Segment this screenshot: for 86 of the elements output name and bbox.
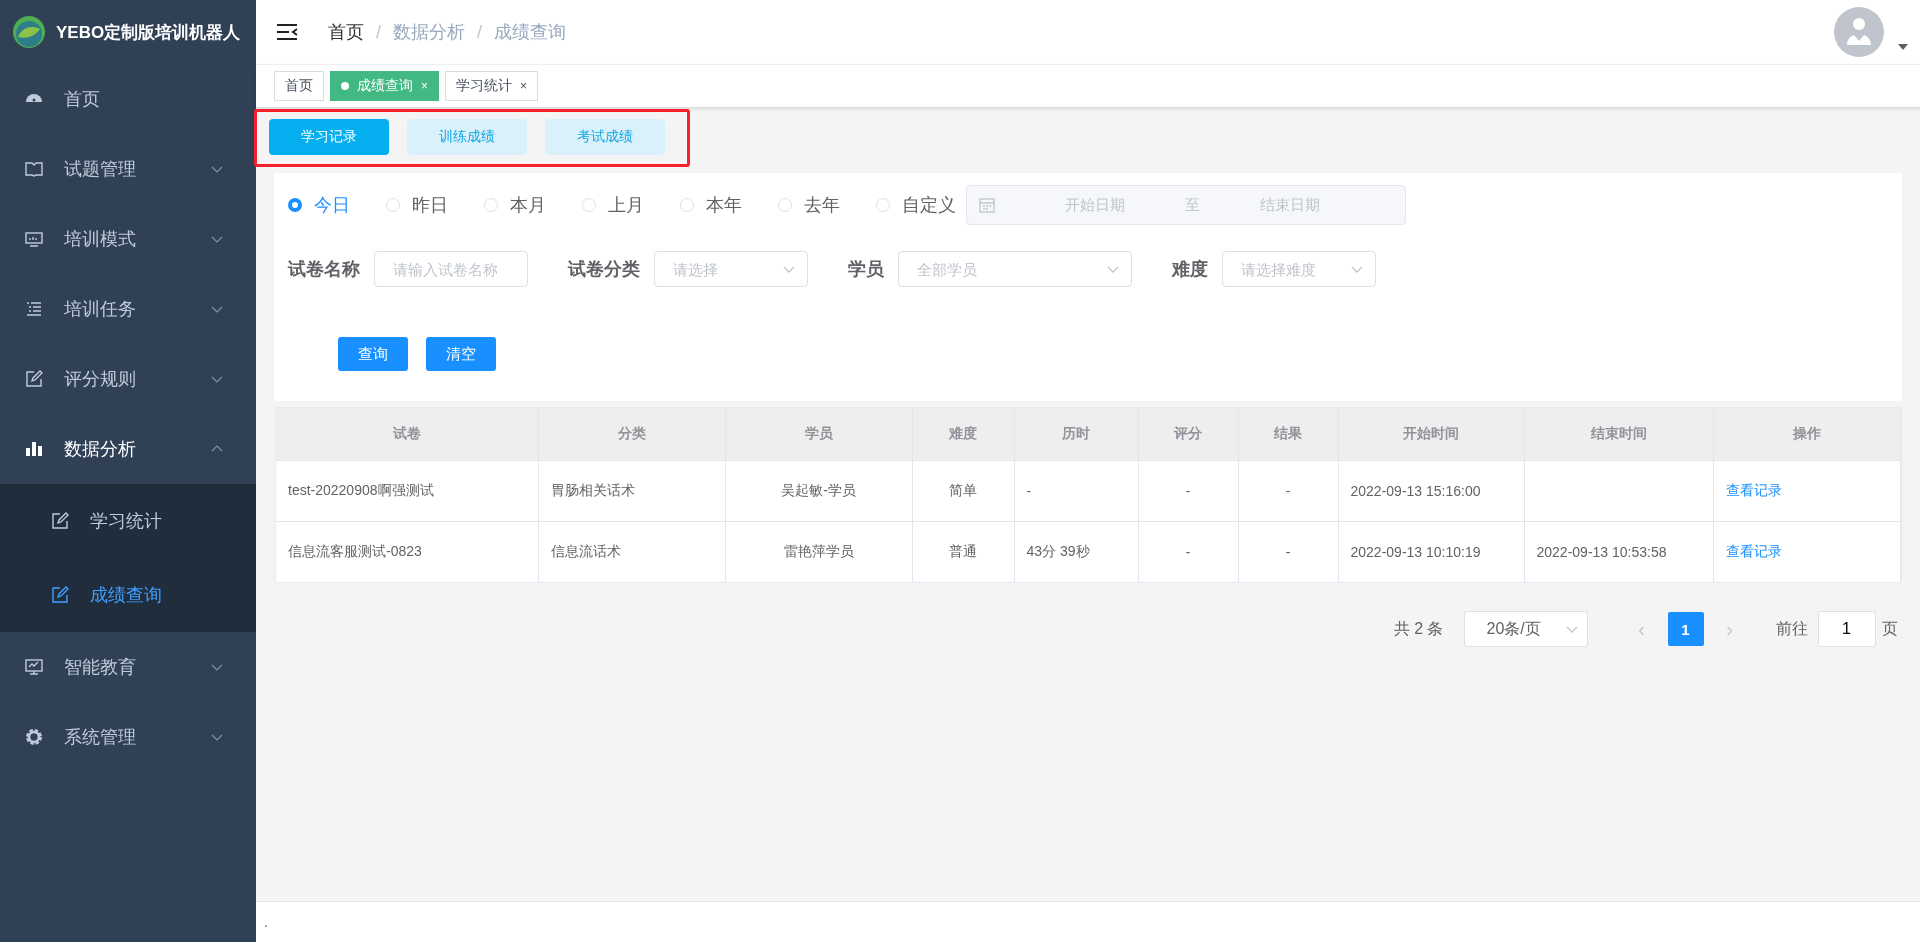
- table-cell: -: [1238, 460, 1338, 522]
- column-header: 难度: [912, 408, 1014, 461]
- breadcrumb-separator: /: [477, 21, 483, 43]
- column-header: 试卷: [276, 408, 538, 461]
- app-title: YEBO定制版培训机器人: [56, 21, 241, 44]
- column-header: 历时: [1014, 408, 1138, 461]
- page-tab[interactable]: 首页: [274, 71, 324, 101]
- footer-text: .: [264, 914, 268, 930]
- close-icon[interactable]: ×: [520, 79, 528, 93]
- filter-label: 试卷分类: [568, 258, 640, 281]
- breadcrumb-item[interactable]: 首页: [328, 20, 364, 44]
- view-record-link[interactable]: 查看记录: [1725, 482, 1782, 498]
- action-button[interactable]: 查询: [338, 337, 408, 371]
- period-radio[interactable]: 去年: [778, 193, 840, 217]
- table-cell: -: [1138, 460, 1238, 522]
- page-number-field[interactable]: 1: [1817, 611, 1876, 647]
- column-header: 结束时间: [1524, 408, 1713, 461]
- text-field[interactable]: 请输入试卷名称: [374, 251, 528, 287]
- menu-item[interactable]: 系统管理: [0, 702, 256, 772]
- menu-item[interactable]: 智能教育: [0, 632, 256, 702]
- bar-chart-icon: [24, 439, 44, 459]
- goto-label: 前往: [1775, 618, 1808, 639]
- edit-icon: [50, 585, 70, 605]
- table-cell: 信息流客服测试-0823: [276, 521, 538, 582]
- action-button[interactable]: 清空: [426, 337, 496, 371]
- leaf-logo-icon: [12, 15, 46, 49]
- filter-label: 难度: [1172, 258, 1208, 281]
- table-cell: 简单: [912, 460, 1014, 522]
- table-cell: -: [1138, 521, 1238, 582]
- breadcrumb-separator: /: [376, 21, 381, 43]
- caret-icon[interactable]: [1897, 43, 1908, 51]
- column-header: 操作: [1713, 408, 1900, 461]
- monitor-icon: [24, 657, 44, 677]
- menu-item[interactable]: 试题管理: [0, 134, 256, 204]
- period-radio[interactable]: 上月: [582, 193, 644, 217]
- list-icon: [24, 299, 44, 319]
- view-record-link[interactable]: 查看记录: [1725, 543, 1782, 559]
- total-count: 共 2 条: [1393, 618, 1444, 639]
- filter-label: 学员: [848, 258, 884, 281]
- edit-icon: [50, 511, 70, 531]
- table-cell: 43分 39秒: [1014, 521, 1138, 582]
- column-header: 结果: [1238, 408, 1338, 461]
- select-field[interactable]: 请选择难度: [1222, 251, 1376, 287]
- table-cell: 2022-09-13 10:53:58: [1524, 521, 1713, 582]
- column-header: 开始时间: [1338, 408, 1524, 461]
- radio-button[interactable]: [288, 198, 302, 212]
- menu-item[interactable]: 首页: [0, 64, 256, 134]
- table-cell: 雷艳萍学员: [725, 521, 912, 582]
- table-cell: -: [1014, 460, 1138, 522]
- submenu-item[interactable]: 成绩查询: [0, 558, 256, 632]
- period-radio[interactable]: 本年: [680, 193, 742, 217]
- edit-icon: [24, 369, 44, 389]
- page-size-select[interactable]: 20条/页: [1463, 611, 1588, 647]
- filter-label: 试卷名称: [288, 258, 360, 281]
- menu-item[interactable]: 数据分析: [0, 414, 256, 484]
- page-suffix: 页: [1881, 618, 1898, 639]
- select-field[interactable]: 全部学员: [898, 251, 1132, 287]
- table-cell: 2022-09-13 15:16:00: [1338, 460, 1524, 522]
- column-header: 分类: [538, 408, 725, 461]
- page-button[interactable]: 1: [1667, 612, 1704, 646]
- period-radio[interactable]: 本月: [484, 193, 546, 217]
- avatar-icon[interactable]: [1833, 7, 1884, 57]
- settings-icon: [24, 727, 44, 747]
- book-icon: [24, 159, 44, 179]
- monitor-icon: [24, 229, 44, 249]
- calendar-icon: [979, 197, 995, 213]
- table-cell: 普通: [912, 521, 1014, 582]
- table-cell: 信息流话术: [538, 521, 725, 582]
- period-radio[interactable]: 自定义: [876, 193, 956, 217]
- menu-icon[interactable]: [276, 23, 298, 41]
- table-cell: 胃肠相关话术: [538, 460, 725, 522]
- menu-item[interactable]: 评分规则: [0, 344, 256, 414]
- period-radio[interactable]: 昨日: [386, 193, 448, 217]
- select-field[interactable]: 请选择: [654, 251, 808, 287]
- menu-item[interactable]: 培训模式: [0, 204, 256, 274]
- column-header: 评分: [1138, 408, 1238, 461]
- table-cell: 吴起敏-学员: [725, 460, 912, 522]
- column-header: 学员: [725, 408, 912, 461]
- page-tab[interactable]: 学习统计 ×: [445, 71, 539, 101]
- table-cell: -: [1238, 521, 1338, 582]
- period-radio[interactable]: 今日: [288, 193, 350, 217]
- submenu-item[interactable]: 学习统计: [0, 484, 256, 558]
- menu-item[interactable]: 培训任务: [0, 274, 256, 344]
- active-dot-icon: [341, 82, 349, 90]
- table-cell: test-20220908啊强测试: [276, 460, 538, 522]
- table-cell: 2022-09-13 10:10:19: [1338, 521, 1524, 582]
